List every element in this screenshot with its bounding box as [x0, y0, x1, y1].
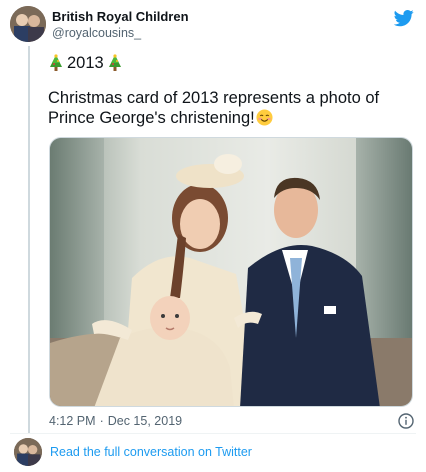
tweet-timestamp[interactable]: 4:12 PM · Dec 15, 2019	[49, 414, 182, 428]
read-conversation-link[interactable]: Read the full conversation on Twitter	[50, 445, 252, 459]
christening-photo-image	[50, 138, 412, 406]
tweet-header: British Royal Children @royalcousins_	[10, 6, 416, 46]
twitter-bird-icon[interactable]	[394, 8, 414, 28]
tweet-photo[interactable]	[49, 137, 413, 407]
year-line: 2013	[48, 52, 408, 74]
year-label: 2013	[67, 54, 104, 72]
author-handle[interactable]: @royalcousins_	[52, 26, 141, 40]
avatar-photo-icon	[14, 438, 42, 466]
avatar-photo-icon	[10, 6, 46, 42]
christmas-tree-icon	[108, 54, 121, 71]
tweet-date: Dec 15, 2019	[107, 414, 183, 428]
tweet-time: 4:12 PM	[49, 414, 96, 428]
smiling-face-icon	[256, 109, 273, 126]
tweet-text: 2013 Christmas card of 2013 represents a…	[48, 52, 408, 128]
tweet-body: Christmas card of 2013 represents a phot…	[48, 88, 408, 128]
thread-line	[28, 46, 30, 434]
tweet-footer: Read the full conversation on Twitter	[10, 436, 416, 466]
divider	[10, 433, 416, 434]
info-icon[interactable]	[398, 413, 414, 429]
tweet-body-text: Christmas card of 2013 represents a phot…	[48, 89, 380, 127]
christmas-tree-icon	[50, 54, 62, 71]
timestamp-separator: ·	[99, 414, 104, 428]
author-avatar[interactable]	[10, 6, 46, 42]
author-name[interactable]: British Royal Children	[52, 9, 189, 24]
footer-avatar	[14, 438, 42, 466]
